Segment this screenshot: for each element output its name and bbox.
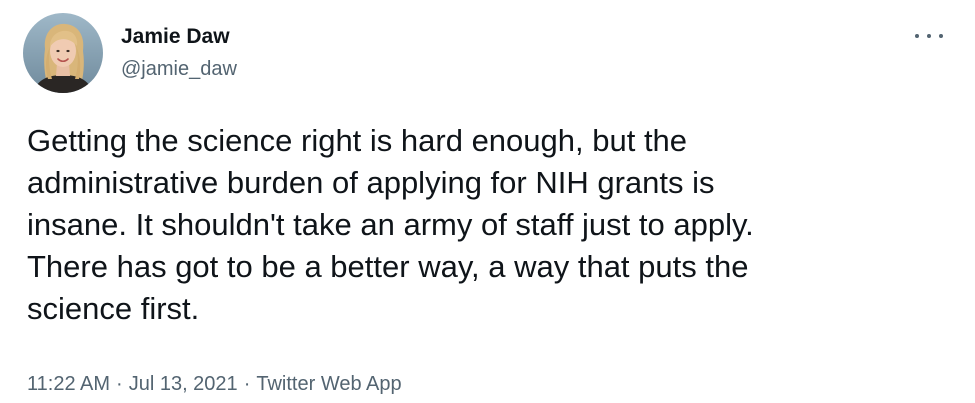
meta-separator: · bbox=[243, 373, 251, 395]
avatar[interactable] bbox=[23, 13, 103, 93]
tweet-text-line: Getting the science right is hard enough… bbox=[27, 123, 688, 158]
more-dot bbox=[915, 34, 919, 38]
tweet-text-line: There has got to be a better way, a way … bbox=[27, 249, 749, 284]
tweet-text-line: administrative burden of applying for NI… bbox=[27, 165, 715, 200]
tweet-source[interactable]: Twitter Web App bbox=[256, 373, 401, 395]
tweet-text-line: insane. It shouldn't take an army of sta… bbox=[27, 207, 754, 242]
avatar-photo-icon bbox=[23, 13, 103, 93]
tweet-meta: 11:22 AM · Jul 13, 2021 · Twitter Web App bbox=[27, 372, 402, 396]
tweet-time[interactable]: 11:22 AM bbox=[27, 373, 110, 395]
author-display-name[interactable]: Jamie Daw bbox=[121, 24, 237, 50]
tweet-text: Getting the science right is hard enough… bbox=[27, 120, 947, 330]
tweet-card: Jamie Daw @jamie_daw Getting the science… bbox=[0, 0, 975, 403]
author-handle[interactable]: @jamie_daw bbox=[121, 57, 237, 81]
more-dot bbox=[927, 34, 931, 38]
tweet-date[interactable]: Jul 13, 2021 bbox=[129, 373, 238, 395]
meta-separator: · bbox=[116, 373, 123, 395]
author-info: Jamie Daw @jamie_daw bbox=[121, 24, 237, 81]
more-options-icon[interactable] bbox=[915, 26, 943, 46]
more-dot bbox=[939, 34, 943, 38]
tweet-text-line: science first. bbox=[27, 291, 200, 326]
